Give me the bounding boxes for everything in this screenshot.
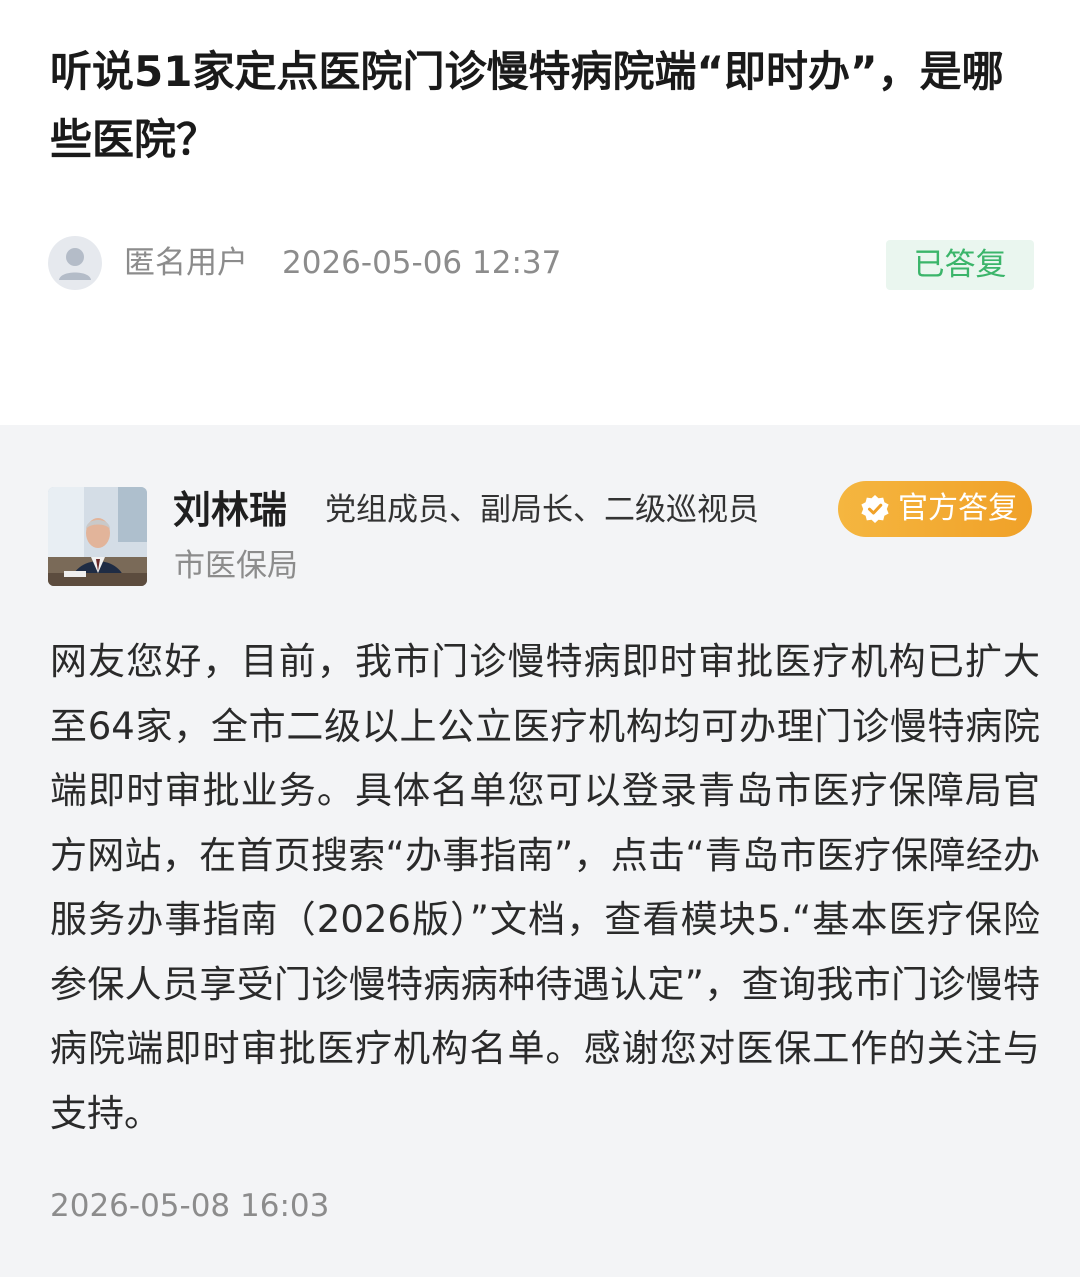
answer-section: 刘林瑞 党组成员、副局长、二级巡视员 市医保局 官方答复 网友您好，目前，我市门… [0, 425, 1080, 1277]
official-reply-badge: 官方答复 [838, 481, 1032, 537]
responder-avatar [48, 487, 147, 586]
verified-check-icon [861, 495, 889, 523]
responder-department: 市医保局 [174, 548, 298, 584]
answer-body: 网友您好，目前，我市门诊慢特病即时审批医疗机构已扩大至64家，全市二级以上公立医… [50, 640, 1040, 1135]
question-timestamp: 2026-05-06 12:37 [282, 245, 562, 281]
question-title: 听说51家定点医院门诊慢特病院端“即时办”，是哪些医院？ [50, 47, 1004, 164]
responder-name: 刘林瑞 [173, 488, 288, 532]
question-section: 听说51家定点医院门诊慢特病院端“即时办”，是哪些医院？ 匿名用户 2026-0… [0, 0, 1080, 425]
asker-info: 匿名用户 2026-05-06 12:37 已答复 [48, 236, 1034, 290]
official-reply-label: 官方答复 [898, 491, 1018, 526]
answer-timestamp: 2026-05-08 16:03 [50, 1188, 330, 1224]
user-silhouette-icon [48, 236, 102, 290]
asker-name: 匿名用户 [124, 245, 248, 281]
responder-role: 党组成员、副局长、二级巡视员 [325, 492, 759, 528]
status-badge: 已答复 [886, 240, 1034, 290]
